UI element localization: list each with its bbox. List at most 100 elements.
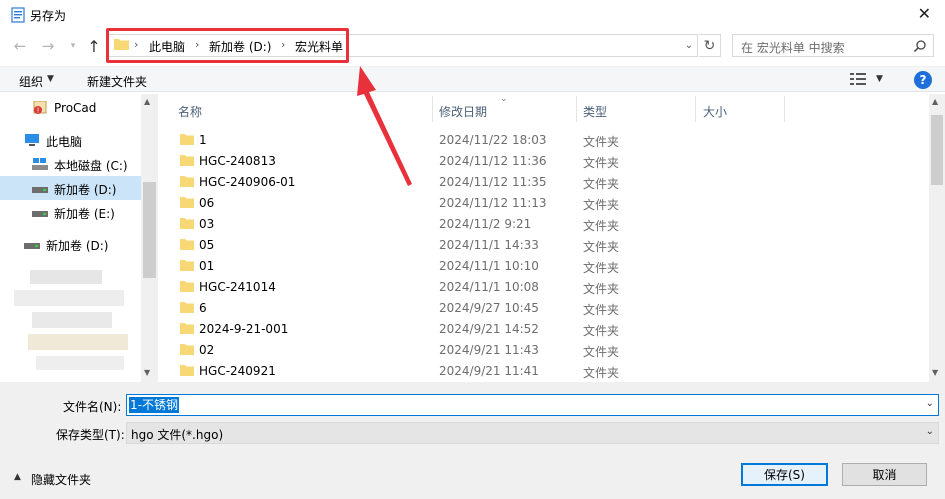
organize-dropdown-icon[interactable]: ▼ [47,74,54,84]
column-header-date[interactable]: 修改日期 [439,103,487,120]
table-row[interactable]: 06 2024/11/12 11:13 文件夹 [166,192,930,213]
table-row[interactable]: HGC-241014 2024/11/1 10:08 文件夹 [166,276,930,297]
file-date: 2024/9/21 11:41 [439,364,539,378]
table-row[interactable]: 02 2024/9/21 11:43 文件夹 [166,339,930,360]
new-folder-button[interactable]: 新建文件夹 [87,73,147,90]
folder-icon [180,365,194,376]
folder-icon [180,155,194,166]
file-type: 文件夹 [583,177,620,191]
table-row[interactable]: 03 2024/11/2 9:21 文件夹 [166,213,930,234]
blurred-item [30,270,102,284]
computer-icon [25,134,39,146]
save-dialog-icon [11,7,25,23]
column-header-size[interactable]: 大小 [703,103,727,120]
folder-icon [180,302,194,313]
file-date: 2024/9/27 10:45 [439,301,539,315]
folder-icon [180,281,194,292]
help-icon[interactable]: ? [914,71,932,89]
file-name: 2024-9-21-001 [199,322,289,336]
file-type: 文件夹 [583,345,620,359]
nav-label-drive-d: 新加卷 (D:) [54,183,117,197]
drive-c-icon [32,158,48,170]
chevron-down-icon[interactable]: ⌄ [926,398,934,409]
blurred-item [14,290,124,306]
search-icon[interactable] [913,39,927,53]
blurred-item [32,312,112,328]
organize-button[interactable]: 组织 [19,73,43,90]
filename-label: 文件名(N): [63,400,122,414]
file-name: 1 [199,133,207,147]
file-name: HGC-240921 [199,364,276,378]
chevron-down-icon[interactable]: ⌄ [926,426,934,437]
column-divider[interactable] [432,96,433,122]
sort-indicator-icon: ⌄ [500,94,508,104]
scroll-down-icon[interactable]: ▼ [144,368,150,377]
scroll-up-icon[interactable]: ▲ [932,97,938,106]
address-dropdown-icon[interactable]: ⌄ [682,36,696,54]
table-row[interactable]: 05 2024/11/1 14:33 文件夹 [166,234,930,255]
file-type: 文件夹 [583,198,620,212]
column-header-name[interactable]: 名称 [178,103,202,120]
save-button[interactable]: 保存(S) [741,463,828,486]
table-row[interactable]: 01 2024/11/1 10:10 文件夹 [166,255,930,276]
cancel-button[interactable]: 取消 [842,463,927,486]
close-icon[interactable]: ✕ [918,4,931,24]
nav-scrollbar[interactable]: ▲ ▼ [141,94,158,382]
file-date: 2024/9/21 14:52 [439,322,539,336]
table-row[interactable]: 1 2024/11/22 18:03 文件夹 [166,129,930,150]
table-row[interactable]: HGC-240813 2024/11/12 11:36 文件夹 [166,150,930,171]
file-list-scrollbar[interactable]: ▲ ▼ [929,94,945,382]
refresh-icon[interactable]: ↻ [699,34,721,57]
file-name: HGC-241014 [199,280,276,294]
nav-label-drive-c: 本地磁盘 (C:) [54,159,128,173]
column-divider[interactable] [695,96,696,122]
nav-item-procad[interactable]: ! ProCad [0,96,141,120]
save-type-select[interactable]: hgo 文件(*.hgo) ⌄ [126,422,939,444]
file-type: 文件夹 [583,366,620,380]
nav-item-drive-e[interactable]: 新加卷 (E:) [0,200,141,224]
search-input[interactable]: 在 宏光料单 中搜索 [732,34,934,57]
table-row[interactable]: 6 2024/9/27 10:45 文件夹 [166,297,930,318]
column-divider[interactable] [576,96,577,122]
toolbar: 组织 ▼ 新建文件夹 ▼ ? [0,66,945,92]
table-row[interactable]: HGC-240921 2024/9/21 11:41 文件夹 [166,360,930,381]
back-icon[interactable]: ← [10,36,30,56]
hide-folders-button[interactable]: 隐藏文件夹 [31,471,91,488]
folder-icon [180,239,194,250]
window-title: 另存为 [30,9,67,23]
drive-icon [32,211,48,217]
file-date: 2024/11/12 11:35 [439,175,547,189]
nav-item-this-pc[interactable]: 此电脑 [0,128,141,152]
file-type: 文件夹 [583,282,620,296]
column-divider[interactable] [784,96,785,122]
file-name: 03 [199,217,215,231]
column-header-type[interactable]: 类型 [583,103,607,120]
folder-icon [180,323,194,334]
forward-icon[interactable]: → [38,36,58,56]
file-date: 2024/11/1 10:08 [439,280,539,294]
filename-input[interactable]: 1-不锈钢 ⌄ [126,394,939,416]
up-icon[interactable]: ↑ [84,36,104,56]
nav-item-drive-d-network[interactable]: 新加卷 (D:) [0,232,141,256]
view-dropdown-icon[interactable]: ▼ [876,74,883,84]
view-options-icon[interactable] [850,72,866,86]
folder-icon [180,134,194,145]
filename-value[interactable]: 1-不锈钢 [129,397,179,413]
drive-icon [32,187,48,193]
annotation-arrow [357,66,412,186]
save-type-value: hgo 文件(*.hgo) [131,428,224,442]
collapse-icon[interactable]: ▲ [14,472,21,482]
nav-label-drive-e: 新加卷 (E:) [54,207,115,221]
scroll-down-icon[interactable]: ▼ [932,368,938,377]
table-row[interactable]: HGC-240906-01 2024/11/12 11:35 文件夹 [166,171,930,192]
recent-locations-chevron-icon[interactable]: ▾ [63,36,83,56]
nav-label-drive-d-network: 新加卷 (D:) [46,239,109,253]
scroll-up-icon[interactable]: ▲ [144,97,150,106]
table-row[interactable]: 2024-9-21-001 2024/9/21 14:52 文件夹 [166,318,930,339]
file-list-scrollbar-thumb[interactable] [931,115,943,185]
folder-icon [180,176,194,187]
nav-scrollbar-thumb[interactable] [143,182,156,278]
nav-item-drive-d[interactable]: 新加卷 (D:) [0,176,141,200]
folder-icon [180,344,194,355]
nav-item-drive-c[interactable]: 本地磁盘 (C:) [0,152,141,176]
